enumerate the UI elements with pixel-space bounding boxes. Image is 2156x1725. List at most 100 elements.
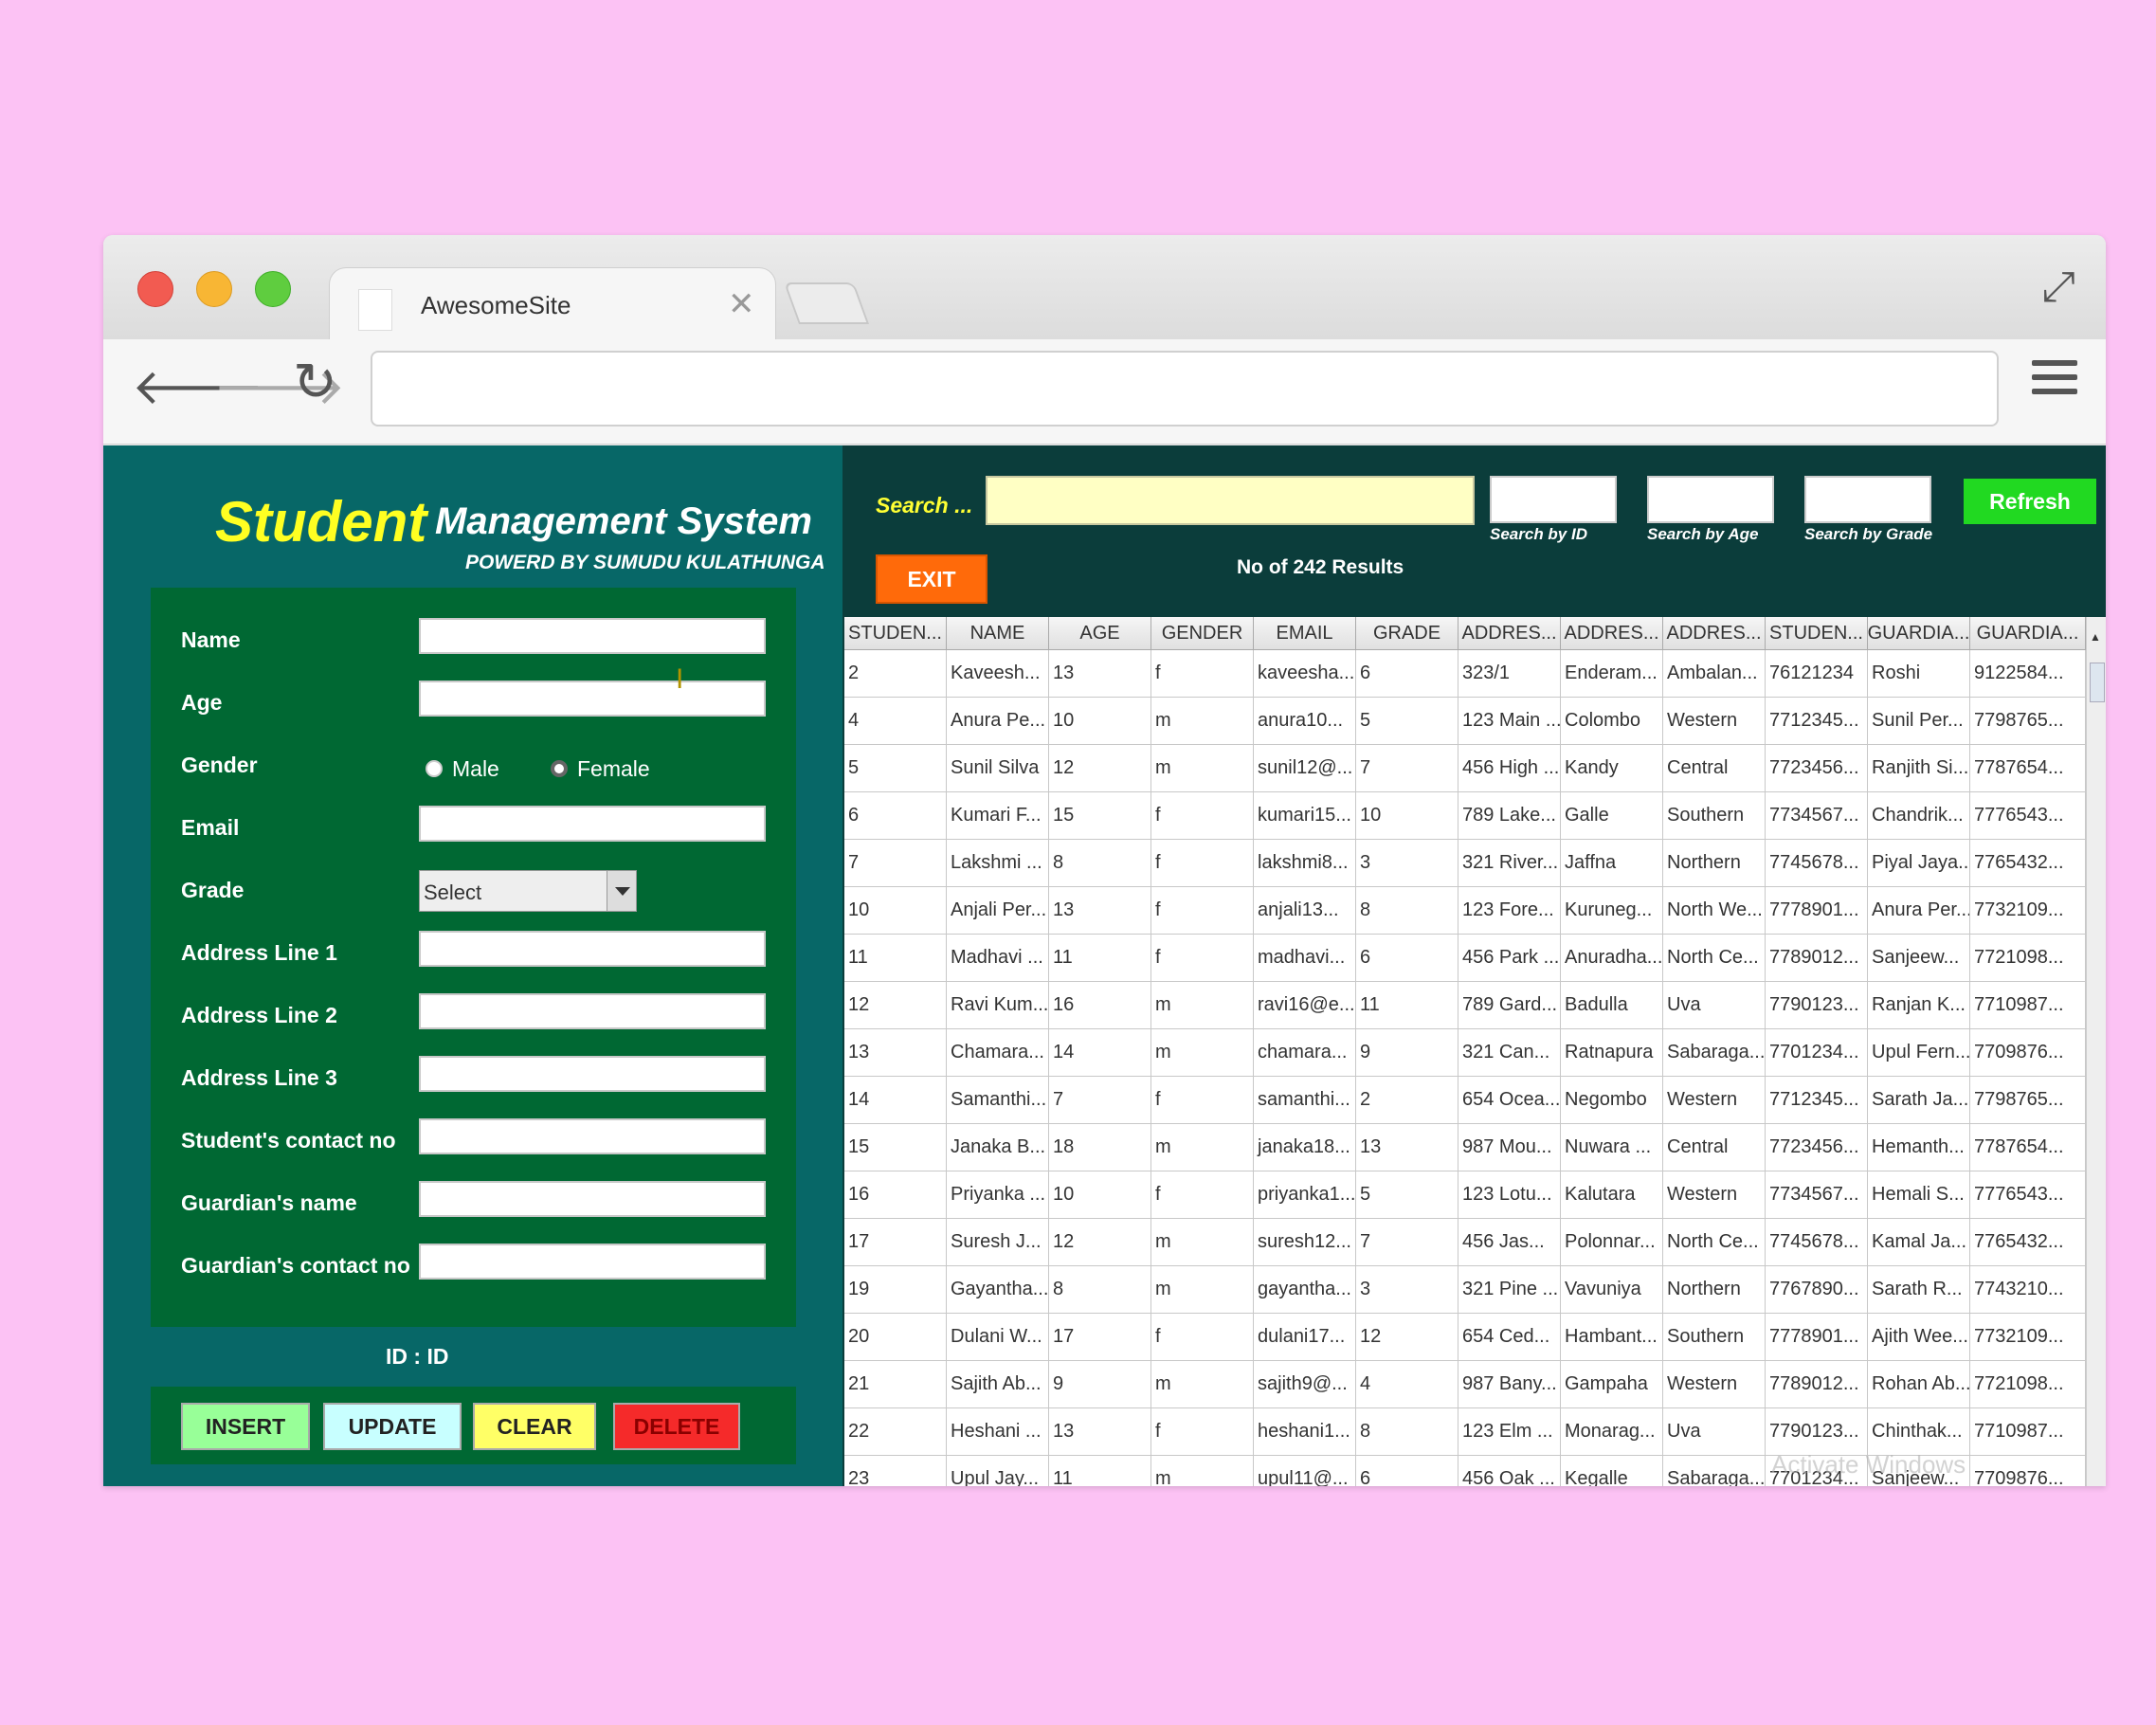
- table-row[interactable]: 14 Samanthi... 7 f samanthi... 2 654 Ocea... Ne…: [844, 1077, 2086, 1124]
- table-cell: Jaffna: [1561, 840, 1663, 886]
- fullscreen-icon[interactable]: ⤢: [2042, 263, 2075, 311]
- table-row[interactable]: 11 Madhavi ... 11 f madhavi... 6 456 Park ... A…: [844, 935, 2086, 982]
- table-cell: 321 Can...: [1458, 1029, 1561, 1076]
- table-cell: m: [1151, 982, 1254, 1028]
- new-tab-button[interactable]: [783, 282, 870, 324]
- table-cell: m: [1151, 1456, 1254, 1486]
- table-row[interactable]: 4 Anura Pe... 10 m anura10... 5 123 Main ... Co…: [844, 698, 2086, 745]
- column-header[interactable]: GENDER: [1151, 617, 1254, 649]
- female-radio[interactable]: [551, 760, 568, 777]
- table-row[interactable]: 10 Anjali Per... 13 f anjali13... 8 123 Fore..…: [844, 887, 2086, 935]
- column-header[interactable]: ADDRES...: [1458, 617, 1561, 649]
- address1-input[interactable]: [419, 931, 766, 967]
- table-cell: Sunil Silva: [947, 745, 1049, 791]
- table-cell: ravi16@e...: [1254, 982, 1356, 1028]
- column-header[interactable]: STUDEN...: [1766, 617, 1868, 649]
- column-header[interactable]: GUARDIA...: [1970, 617, 2086, 649]
- reload-icon[interactable]: ↻: [293, 351, 337, 413]
- grade-select[interactable]: Select: [419, 870, 637, 912]
- table-cell: 8: [1356, 887, 1458, 934]
- column-header[interactable]: STUDEN...: [844, 617, 947, 649]
- chevron-down-icon[interactable]: [607, 871, 636, 911]
- table-cell: Upul Jay...: [947, 1456, 1049, 1486]
- table-cell: 13: [844, 1029, 947, 1076]
- table-row[interactable]: 12 Ravi Kum... 16 m ravi16@e... 11 789 Gard...…: [844, 982, 2086, 1029]
- table-cell: 7765432...: [1970, 1219, 2086, 1265]
- table-row[interactable]: 2 Kaveesh... 13 f kaveesha... 6 323/1 Enderam..…: [844, 650, 2086, 698]
- table-cell: Roshi: [1868, 650, 1970, 697]
- email-input[interactable]: [419, 806, 766, 842]
- search-by-age-input[interactable]: [1647, 476, 1774, 523]
- address3-input[interactable]: [419, 1056, 766, 1092]
- table-row[interactable]: 19 Gayantha... 8 m gayantha... 3 321 Pine ... V…: [844, 1266, 2086, 1314]
- address-bar[interactable]: [371, 351, 1999, 427]
- age-input[interactable]: [419, 681, 766, 717]
- table-cell: 15: [1049, 792, 1151, 839]
- address2-input[interactable]: [419, 993, 766, 1029]
- table-cell: suresh12...: [1254, 1219, 1356, 1265]
- table-cell: 7712345...: [1766, 1077, 1868, 1123]
- guardian-contact-input[interactable]: [419, 1244, 766, 1280]
- search-by-grade-input[interactable]: [1804, 476, 1931, 523]
- refresh-button[interactable]: Refresh: [1964, 479, 2096, 524]
- name-input[interactable]: [419, 618, 766, 654]
- browser-tab[interactable]: AwesomeSite ✕: [329, 267, 776, 344]
- table-cell: Heshani ...: [947, 1408, 1049, 1455]
- column-header[interactable]: ADDRES...: [1663, 617, 1766, 649]
- table-cell: janaka18...: [1254, 1124, 1356, 1171]
- table-cell: 8: [1049, 1266, 1151, 1313]
- table-cell: Kalutara: [1561, 1171, 1663, 1218]
- table-scrollbar[interactable]: ▲: [2086, 617, 2106, 1486]
- minimize-window-button[interactable]: [196, 271, 232, 307]
- table-row[interactable]: 20 Dulani W... 17 f dulani17... 12 654 Ced... H…: [844, 1314, 2086, 1361]
- table-cell: 123 Lotu...: [1458, 1171, 1561, 1218]
- update-button[interactable]: UPDATE: [323, 1403, 462, 1450]
- close-tab-icon[interactable]: ✕: [728, 285, 755, 323]
- table-cell: chamara...: [1254, 1029, 1356, 1076]
- table-row[interactable]: 22 Heshani ... 13 f heshani1... 8 123 Elm ... M…: [844, 1408, 2086, 1456]
- scroll-thumb[interactable]: [2090, 663, 2105, 702]
- column-header[interactable]: AGE: [1049, 617, 1151, 649]
- clear-button[interactable]: CLEAR: [473, 1403, 596, 1450]
- table-cell: 7790123...: [1766, 1408, 1868, 1455]
- insert-button[interactable]: INSERT: [181, 1403, 310, 1450]
- table-row[interactable]: 17 Suresh J... 12 m suresh12... 7 456 Jas... Po…: [844, 1219, 2086, 1266]
- search-input[interactable]: [986, 476, 1475, 525]
- column-header[interactable]: ADDRES...: [1561, 617, 1663, 649]
- table-row[interactable]: 13 Chamara... 14 m chamara... 9 321 Can... Ratn…: [844, 1029, 2086, 1077]
- table-cell: 7712345...: [1766, 698, 1868, 744]
- table-cell: 323/1: [1458, 650, 1561, 697]
- scroll-up-icon[interactable]: ▲: [2090, 630, 2101, 644]
- table-cell: Ajith Wee...: [1868, 1314, 1970, 1360]
- guardian-name-input[interactable]: [419, 1181, 766, 1217]
- table-row[interactable]: 21 Sajith Ab... 9 m sajith9@... 4 987 Bany... G…: [844, 1361, 2086, 1408]
- table-cell: Sunil Per...: [1868, 698, 1970, 744]
- table-cell: 12: [1049, 1219, 1151, 1265]
- hamburger-menu-icon[interactable]: [2032, 360, 2077, 403]
- table-cell: Western: [1663, 698, 1766, 744]
- delete-button[interactable]: DELETE: [613, 1403, 740, 1450]
- table-row[interactable]: 16 Priyanka ... 10 f priyanka1... 5 123 Lotu..…: [844, 1171, 2086, 1219]
- male-radio[interactable]: [426, 760, 443, 777]
- text-cursor-icon: I: [676, 663, 684, 695]
- exit-button[interactable]: EXIT: [876, 554, 987, 604]
- column-header[interactable]: GUARDIA...: [1868, 617, 1970, 649]
- table-cell: Sarath Ja...: [1868, 1077, 1970, 1123]
- table-cell: North Ce...: [1663, 1219, 1766, 1265]
- table-cell: 7776543...: [1970, 792, 2086, 839]
- close-window-button[interactable]: [137, 271, 173, 307]
- table-cell: Nuwara ...: [1561, 1124, 1663, 1171]
- table-row[interactable]: 15 Janaka B... 18 m janaka18... 13 987 Mou... N…: [844, 1124, 2086, 1171]
- table-cell: 12: [1049, 745, 1151, 791]
- table-row[interactable]: 7 Lakshmi ... 8 f lakshmi8... 3 321 River... Ja…: [844, 840, 2086, 887]
- column-header[interactable]: EMAIL: [1254, 617, 1356, 649]
- table-cell: Sabaraga...: [1663, 1029, 1766, 1076]
- table-row[interactable]: 6 Kumari F... 15 f kumari15... 10 789 Lake... G…: [844, 792, 2086, 840]
- table-row[interactable]: 5 Sunil Silva 12 m sunil12@... 7 456 High ... K…: [844, 745, 2086, 792]
- column-header[interactable]: NAME: [947, 617, 1049, 649]
- browser-window: AwesomeSite ✕ ⤢ 🡐 🡒 ↻ Student Management…: [103, 235, 2106, 1486]
- search-by-id-input[interactable]: [1490, 476, 1617, 523]
- zoom-window-button[interactable]: [255, 271, 291, 307]
- student-contact-input[interactable]: [419, 1118, 766, 1154]
- column-header[interactable]: GRADE: [1356, 617, 1458, 649]
